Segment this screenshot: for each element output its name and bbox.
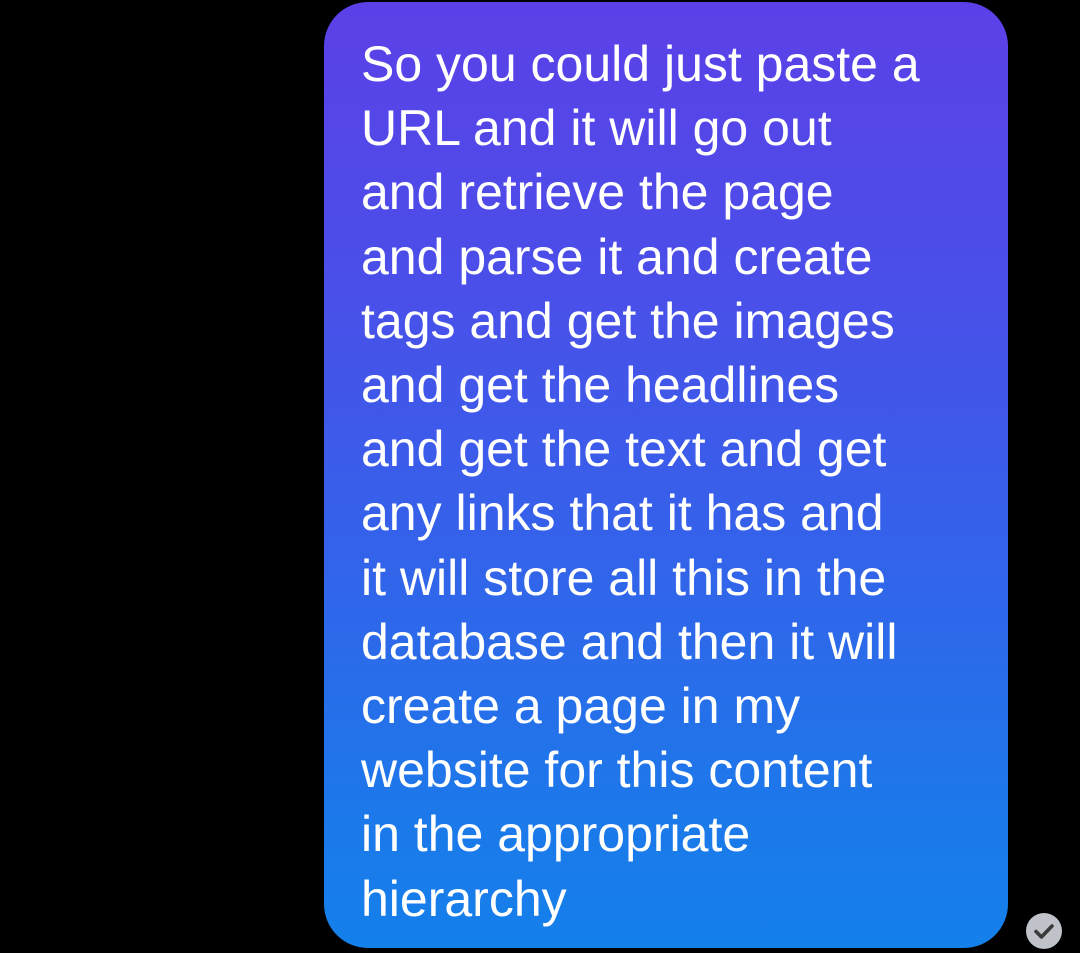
message-text: So you could just paste a URL and it wil… [361, 36, 920, 927]
chat-area: So you could just paste a URL and it wil… [0, 0, 1080, 953]
check-circle-icon [1026, 913, 1062, 949]
